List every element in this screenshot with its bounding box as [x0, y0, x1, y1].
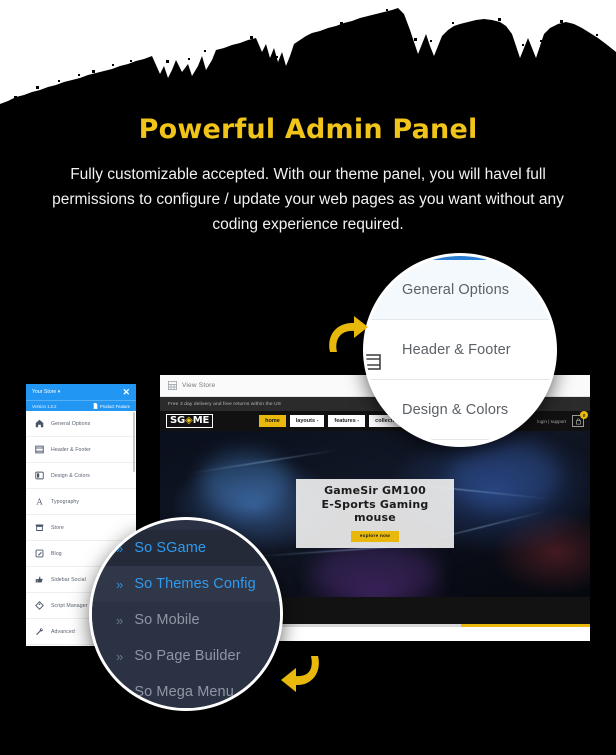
chevron-right-icon: » — [116, 612, 124, 628]
document-icon — [93, 403, 98, 409]
sidebar-label: Blog — [51, 550, 62, 557]
hero-banner-card: GameSir GM100 E-Sports Gaming mouse expl… — [296, 479, 454, 548]
sidebar-scrollbar[interactable] — [133, 412, 135, 472]
palette-icon — [35, 471, 44, 480]
magnified-item-header-footer[interactable]: Header & Footer — [366, 320, 554, 380]
curved-arrow-down-left-icon — [281, 656, 319, 692]
chevron-right-icon: » — [116, 648, 124, 664]
layout-icon — [35, 445, 44, 454]
product-feature-button[interactable]: Product Feature — [93, 403, 130, 409]
magnified-item-so-sgame[interactable]: » So SGame — [92, 530, 280, 566]
magnified-label: So Page Builder — [134, 648, 241, 664]
magnified-item-so-mega-menu[interactable]: » So Mega Menu — [92, 674, 280, 708]
sidebar-item-header-footer[interactable]: Header & Footer — [26, 437, 136, 463]
store-icon — [35, 523, 44, 532]
admin-panel-header: Your Store ▾ ✕ — [26, 384, 136, 400]
magnifier-general-options: General Options Header & Footer Design &… — [366, 256, 554, 444]
thumbs-up-icon — [35, 575, 44, 584]
logo-text-part2: ME — [192, 415, 210, 426]
magnified-item-so-themes-config[interactable]: » So Themes Config — [92, 566, 280, 602]
hero-banner-line2: E-Sports Gaming mouse — [321, 498, 429, 524]
sidebar-label: Store — [51, 524, 64, 531]
view-store-button[interactable]: View Store — [168, 381, 215, 390]
sidebar-label: Sidebar Social — [51, 576, 86, 583]
blog-icon — [35, 549, 44, 558]
magnifier-so-modules: » So SGame » So Themes Config » So Mobil… — [92, 520, 280, 708]
magnified-label: So SGame — [134, 540, 207, 556]
grid-icon — [168, 381, 177, 390]
magnified-label: Header & Footer — [402, 341, 511, 358]
promo-banner: Powerful Admin Panel Fully customizable … — [0, 0, 616, 755]
admin-panel-subheader: Version 1.0.2 Product Feature — [26, 400, 136, 411]
nav-item-home[interactable]: home — [259, 415, 286, 427]
magnified-label: General Options — [402, 281, 510, 298]
curved-arrow-right-icon — [329, 316, 368, 352]
magnified-label: Design & Colors — [402, 401, 509, 418]
sidebar-label: Script Manager — [51, 602, 88, 609]
magnified-item-so-mobile[interactable]: » So Mobile — [92, 602, 280, 638]
close-icon[interactable]: ✕ — [122, 387, 130, 397]
page-subtitle: Fully customizable accepted. With our th… — [52, 166, 564, 233]
chevron-right-icon: » — [116, 684, 124, 700]
page-title: Powerful Admin Panel — [138, 114, 478, 145]
store-announcement-text: Free 3 day delivery and free returns wit… — [168, 401, 282, 407]
explore-now-button[interactable]: explore now — [350, 531, 400, 542]
view-store-label: View Store — [182, 382, 216, 389]
version-label: Version 1.0.2 — [32, 403, 57, 409]
magnified-item-design-colors[interactable]: Design & Colors — [366, 380, 554, 440]
tag-icon — [35, 601, 44, 610]
store-selector[interactable]: Your Store ▾ — [32, 389, 60, 395]
sidebar-item-general-options[interactable]: General Options — [26, 411, 136, 437]
nav-item-layouts[interactable]: layouts - — [289, 415, 325, 427]
sidebar-item-typography[interactable]: A Typography — [26, 489, 136, 515]
sidebar-label: Design & Colors — [51, 472, 90, 479]
sidebar-label: General Options — [51, 420, 91, 427]
sidebar-label: Advanced — [51, 628, 75, 635]
magnified-label: So Mobile — [134, 612, 200, 628]
magnified-item-general-options[interactable]: General Options — [366, 260, 554, 320]
cart-count-badge: 0 — [580, 411, 588, 419]
chevron-right-icon: » — [116, 540, 124, 556]
store-logo[interactable]: SG ◈ ME — [166, 414, 214, 428]
nav-item-features[interactable]: features - — [328, 415, 366, 427]
torn-paper-edge — [0, 0, 616, 112]
sidebar-label: Header & Footer — [51, 446, 91, 453]
hero-banner-line1: GameSir GM100 — [324, 484, 426, 497]
hero-glow-right — [450, 441, 560, 511]
gamepad-icon: ◈ — [185, 415, 193, 426]
sidebar-item-design-colors[interactable]: Design & Colors — [26, 463, 136, 489]
sidebar-label: Typography — [51, 498, 80, 505]
magnified-item-so-page-builder[interactable]: » So Page Builder — [92, 638, 280, 674]
wrench-icon — [35, 627, 44, 636]
chevron-right-icon: » — [116, 576, 124, 592]
font-icon: A — [35, 497, 44, 506]
cart-icon — [575, 417, 581, 424]
home-icon — [35, 419, 44, 428]
svg-text:A: A — [36, 497, 44, 506]
logo-text-part1: SG — [170, 415, 186, 426]
magnified-label: So Themes Config — [134, 576, 256, 592]
cart-button[interactable]: 0 — [572, 411, 588, 427]
magnified-label: So Mega Menu — [134, 684, 234, 700]
